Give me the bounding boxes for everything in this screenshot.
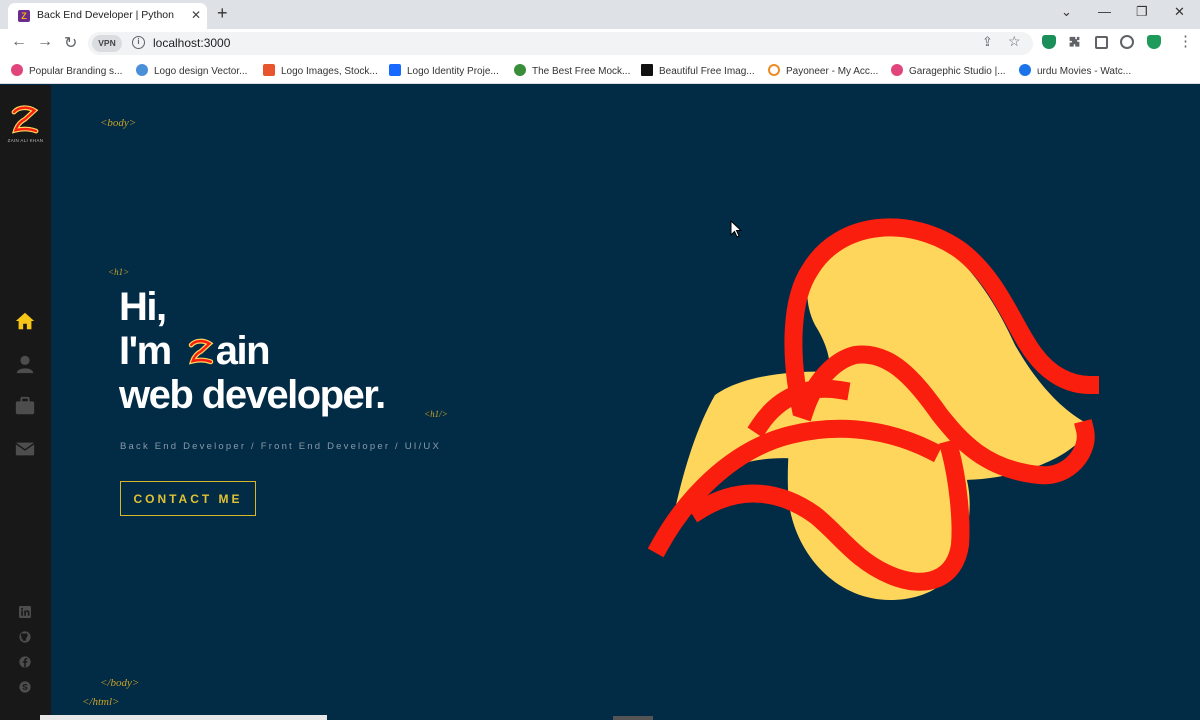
portfolio-page: ZAIN ALI KHAN <body> <h1> Hi, I'm ain we… bbox=[0, 85, 1200, 720]
bookmark-favicon-icon bbox=[514, 64, 526, 76]
bookmarks-bar: Popular Branding s... Logo design Vector… bbox=[0, 58, 1200, 84]
bookmark-favicon-icon bbox=[136, 64, 148, 76]
reload-button[interactable]: ↻ bbox=[64, 33, 77, 53]
minimize-button[interactable]: — bbox=[1098, 4, 1111, 19]
bookmark-item[interactable]: Popular Branding s... bbox=[11, 64, 122, 78]
tab-title: Back End Developer | Python Exp bbox=[37, 9, 177, 21]
profile-icon[interactable] bbox=[1120, 35, 1134, 49]
large-z-logo-icon bbox=[647, 218, 1100, 600]
horizontal-scrollbar[interactable] bbox=[40, 715, 327, 720]
linkedin-icon[interactable] bbox=[19, 606, 31, 618]
browser-menu-icon[interactable]: ⋮ bbox=[1178, 32, 1193, 50]
extensions-puzzle-icon[interactable] bbox=[1068, 36, 1081, 49]
bookmark-favicon-icon bbox=[263, 64, 275, 76]
bookmark-item[interactable]: Logo Images, Stock... bbox=[263, 64, 378, 78]
code-tag-body-open: <body> bbox=[100, 117, 137, 129]
home-icon[interactable] bbox=[14, 310, 36, 332]
code-tag-h1-close: <h1/> bbox=[424, 409, 448, 419]
bookmark-favicon-icon bbox=[891, 64, 903, 76]
bookmark-favicon-icon bbox=[11, 64, 23, 76]
forward-button[interactable]: → bbox=[37, 33, 53, 51]
bookmark-item[interactable]: urdu Movies - Watc... bbox=[1019, 64, 1131, 78]
briefcase-icon[interactable] bbox=[14, 395, 36, 417]
hero-title: Hi, I'm ain web developer. bbox=[119, 285, 386, 417]
restore-button[interactable]: ❐ bbox=[1136, 4, 1148, 20]
side-panel-icon[interactable] bbox=[1095, 36, 1108, 49]
bookmark-favicon-icon bbox=[768, 64, 780, 76]
bookmark-item[interactable]: The Best Free Mock... bbox=[514, 64, 630, 78]
user-icon[interactable] bbox=[14, 353, 36, 375]
url-text[interactable]: localhost:3000 bbox=[153, 36, 230, 50]
security-extension-icon[interactable] bbox=[1147, 35, 1161, 49]
hero-name-suffix: ain bbox=[215, 329, 271, 373]
tab-close-icon[interactable]: ✕ bbox=[191, 8, 201, 22]
code-tag-html-close: </html> bbox=[82, 696, 120, 708]
vpn-badge[interactable]: VPN bbox=[92, 35, 122, 52]
shield-extension-icon[interactable] bbox=[1042, 35, 1056, 49]
z-letter-logo-icon bbox=[188, 338, 214, 365]
new-tab-button[interactable]: + bbox=[217, 3, 228, 24]
skype-icon[interactable] bbox=[19, 681, 31, 693]
scrollbar-thumb[interactable] bbox=[613, 716, 653, 720]
hero-line-greeting: Hi, bbox=[119, 285, 167, 329]
bookmark-item[interactable]: Garagephic Studio |... bbox=[891, 64, 1006, 78]
bookmark-item[interactable]: Payoneer - My Acc... bbox=[768, 64, 878, 78]
brand-logo-icon[interactable] bbox=[9, 105, 41, 135]
code-tag-h1-open: <h1> bbox=[108, 267, 130, 277]
browser-toolbar: ← → ↻ VPN i localhost:3000 ⇪ ☆ ⋮ bbox=[0, 29, 1200, 58]
sidebar: ZAIN ALI KHAN bbox=[0, 85, 51, 720]
bookmark-favicon-icon bbox=[1019, 64, 1031, 76]
code-tag-body-close: </body> bbox=[100, 677, 140, 689]
envelope-icon[interactable] bbox=[14, 438, 36, 460]
bookmark-item[interactable]: Logo Identity Proje... bbox=[389, 64, 499, 78]
hero-name-prefix: I'm bbox=[119, 329, 172, 373]
contact-me-button[interactable]: CONTACT ME bbox=[120, 481, 256, 516]
brand-name: ZAIN ALI KHAN bbox=[7, 138, 44, 143]
browser-tab-bar: Z Back End Developer | Python Exp ✕ + ⌄ … bbox=[0, 0, 1200, 29]
close-window-button[interactable]: ✕ bbox=[1174, 4, 1185, 20]
github-icon[interactable] bbox=[19, 631, 31, 643]
bookmark-favicon-icon bbox=[641, 64, 653, 76]
hero-subtitle: Back End Developer / Front End Developer… bbox=[120, 441, 442, 452]
mouse-cursor-icon bbox=[730, 220, 742, 238]
tab-search-icon[interactable]: ⌄ bbox=[1061, 4, 1072, 20]
bookmark-star-icon[interactable]: ☆ bbox=[1008, 33, 1021, 50]
facebook-icon[interactable] bbox=[19, 656, 31, 668]
site-info-icon[interactable]: i bbox=[132, 36, 145, 49]
share-icon[interactable]: ⇪ bbox=[982, 34, 993, 50]
tab-favicon-icon: Z bbox=[18, 10, 30, 22]
back-button[interactable]: ← bbox=[11, 33, 27, 51]
bookmark-favicon-icon bbox=[389, 64, 401, 76]
bookmark-item[interactable]: Logo design Vector... bbox=[136, 64, 247, 78]
address-bar[interactable]: VPN i localhost:3000 ⇪ ☆ bbox=[88, 32, 1033, 55]
hero-line-name: I'm ain bbox=[119, 329, 385, 373]
browser-tab[interactable]: Z Back End Developer | Python Exp ✕ bbox=[8, 3, 207, 29]
bookmark-item[interactable]: Beautiful Free Imag... bbox=[641, 64, 755, 78]
hero-line-role: web developer. bbox=[119, 373, 386, 417]
